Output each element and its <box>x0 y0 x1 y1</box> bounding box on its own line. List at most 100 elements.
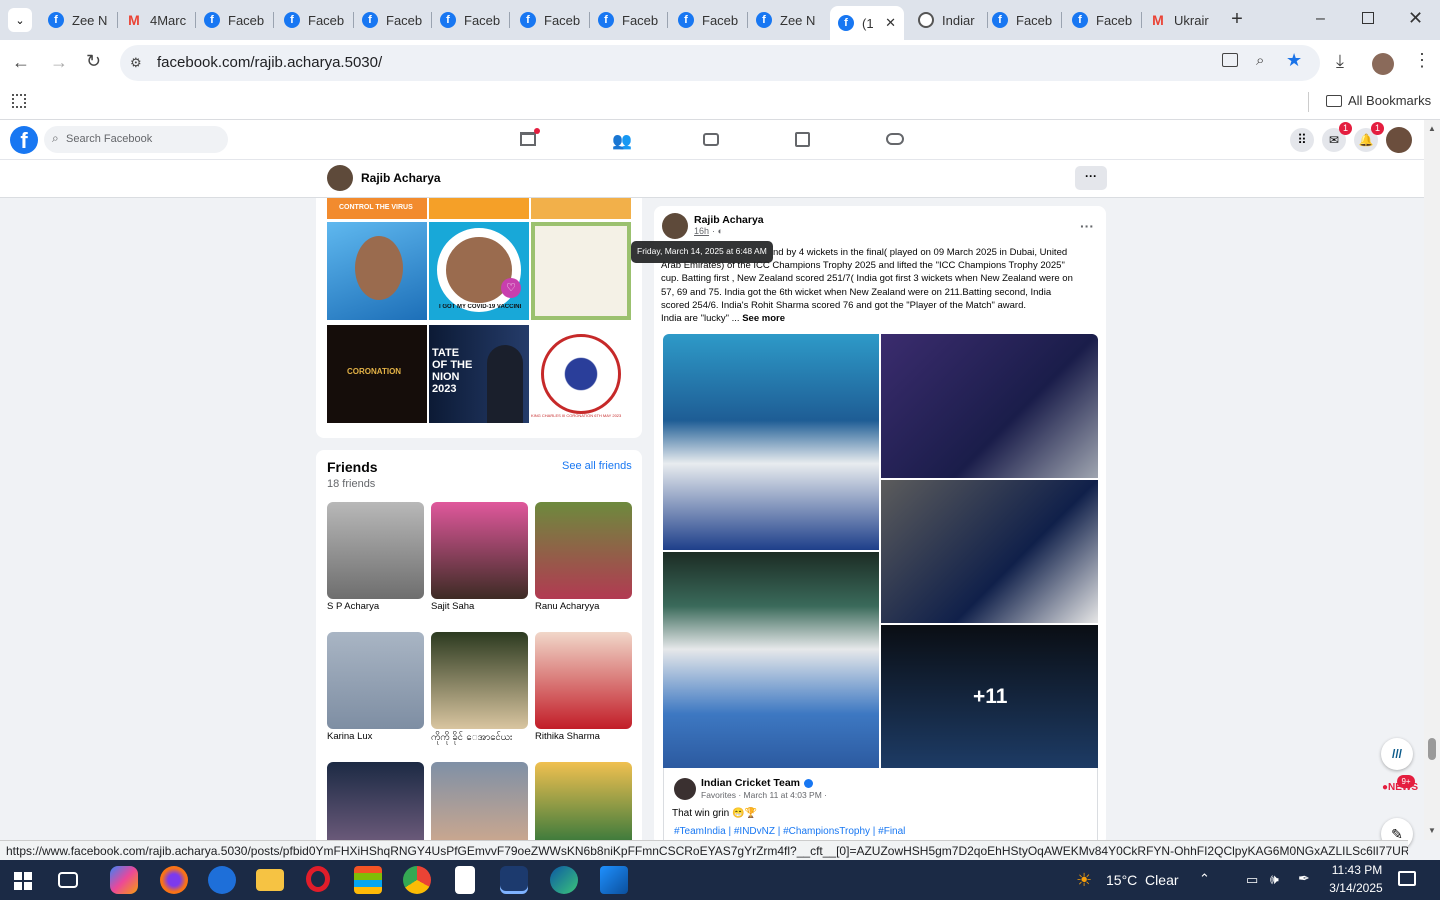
scrollbar-up-arrow[interactable]: ▲ <box>1428 124 1436 133</box>
friend-name[interactable]: S P Acharya <box>327 601 379 612</box>
friend-photo[interactable] <box>327 762 424 842</box>
photo-thumbnail[interactable] <box>531 198 631 219</box>
scrollbar-down-arrow[interactable]: ▼ <box>1428 826 1436 835</box>
photo-thumbnail[interactable] <box>327 222 427 320</box>
friend-name[interactable]: Rithika Sharma <box>535 731 600 742</box>
photo-thumbnail[interactable]: KING CHARLES III CORONATION 6TH MAY 2023 <box>531 325 631 423</box>
friend-photo[interactable] <box>535 502 632 599</box>
photo-thumbnail[interactable]: CORONATION <box>327 325 427 423</box>
post-photo[interactable] <box>881 480 1098 623</box>
friends-nav-icon[interactable]: 👥 <box>612 131 632 151</box>
browser-tab[interactable]: f Faceb <box>670 6 742 34</box>
notepad-icon[interactable] <box>455 866 475 894</box>
post-photo[interactable] <box>881 334 1098 478</box>
see-more-link[interactable]: See more <box>742 313 785 324</box>
friend-photo[interactable] <box>431 762 528 842</box>
shared-page-name[interactable]: Indian Cricket Team <box>701 777 814 789</box>
photo-thumbnail[interactable]: TATE OF THE NION 2023 <box>429 325 529 423</box>
apps-grid-icon[interactable] <box>12 94 26 108</box>
shared-post[interactable]: Indian Cricket Team Favorites · March 11… <box>663 768 1098 848</box>
scrollbar-thumb[interactable] <box>1428 738 1436 760</box>
browser-tab[interactable]: Indiar <box>910 6 982 34</box>
edge-icon[interactable] <box>550 866 578 894</box>
search-facebook-input[interactable]: ⌕ Search Facebook <box>44 126 228 153</box>
tab-search-button[interactable]: ⌄ <box>8 8 32 32</box>
browser-tab[interactable]: f Zee N <box>40 6 112 34</box>
task-view-icon[interactable] <box>58 872 78 888</box>
friend-photo[interactable] <box>431 502 528 599</box>
profile-avatar-small[interactable] <box>327 165 353 191</box>
friend-name[interactable]: Sajit Saha <box>431 601 474 612</box>
browser-tab[interactable]: f Faceb <box>512 6 584 34</box>
opera-icon[interactable] <box>306 866 330 892</box>
browser-tab[interactable]: f Faceb <box>984 6 1056 34</box>
friend-photo[interactable] <box>327 632 424 729</box>
back-button[interactable]: ← <box>12 52 30 73</box>
menu-kebab-icon[interactable]: ⋮ <box>1413 50 1431 71</box>
browser-tab[interactable]: f Faceb <box>276 6 348 34</box>
marketplace-nav-icon[interactable] <box>795 132 810 147</box>
zoom-icon[interactable]: ⌕ <box>1256 52 1264 69</box>
page-scrollbar[interactable]: ▲ ▼ <box>1424 120 1440 840</box>
downloads-icon[interactable]: ⤓ <box>1336 51 1344 72</box>
close-window-button[interactable]: ✕ <box>1408 8 1423 29</box>
start-button[interactable] <box>14 872 32 890</box>
browser-tab[interactable]: f Faceb <box>196 6 268 34</box>
hashtags[interactable]: #TeamIndia | #INDvNZ | #ChampionsTrophy … <box>674 826 905 837</box>
post-photo[interactable] <box>663 552 879 768</box>
post-author-avatar[interactable] <box>662 213 688 239</box>
photo-thumbnail[interactable] <box>429 198 529 219</box>
tray-chevron-icon[interactable]: ⌃ <box>1199 871 1210 887</box>
browser-tab[interactable]: M 4Marc <box>118 6 190 34</box>
photo-thumbnail[interactable]: CONTROL THE VIRUS <box>327 198 427 219</box>
browser-tab[interactable]: M Ukrair <box>1142 6 1214 34</box>
gaming-nav-icon[interactable] <box>886 133 904 145</box>
post-photo[interactable]: +11 <box>881 625 1098 768</box>
facebook-logo[interactable]: f <box>10 126 38 154</box>
friend-name[interactable]: Karina Lux <box>327 731 372 742</box>
friend-photo[interactable] <box>431 632 528 729</box>
reload-button[interactable]: ↻ <box>86 51 101 72</box>
friend-photo[interactable] <box>535 762 632 842</box>
browser-tab[interactable]: f Zee N <box>748 6 820 34</box>
browser-tab[interactable]: f Faceb <box>432 6 504 34</box>
home-nav-icon[interactable] <box>520 132 536 146</box>
notification-center-icon[interactable] <box>1398 871 1416 886</box>
clock-time[interactable]: 11:43 PM <box>1329 863 1385 877</box>
shared-page-name-text[interactable]: Indian Cricket Team <box>701 777 800 789</box>
address-bar[interactable]: ⚙ facebook.com/rajib.acharya.5030/ ⌕ ★ <box>120 45 1320 81</box>
post-photo[interactable] <box>663 334 879 550</box>
profile-avatar[interactable] <box>1372 53 1394 75</box>
browser-tab[interactable]: f (1 ✕ <box>830 6 904 40</box>
new-tab-button[interactable]: + <box>1226 8 1248 30</box>
profile-name[interactable]: Rajib Acharya <box>361 171 441 185</box>
friend-name[interactable]: Ranu Acharyya <box>535 601 599 612</box>
weather-icon[interactable]: ☀ <box>1076 870 1092 891</box>
app-icon-active[interactable] <box>500 866 528 894</box>
clock-date[interactable]: 3/14/2025 <box>1326 881 1386 895</box>
copilot-icon[interactable] <box>110 866 138 894</box>
file-explorer-icon[interactable] <box>256 869 284 891</box>
more-options-button[interactable]: ··· <box>1075 166 1107 190</box>
firefox-icon[interactable] <box>160 866 188 894</box>
forward-button[interactable]: → <box>50 52 68 73</box>
post-time[interactable]: 16h · ◐ <box>694 226 723 236</box>
install-icon[interactable] <box>1222 53 1238 67</box>
network-icon[interactable]: ▭ <box>1246 872 1258 888</box>
shared-page-avatar[interactable] <box>674 778 696 800</box>
post-time-text[interactable]: 16h <box>694 226 709 236</box>
friend-photo[interactable] <box>327 502 424 599</box>
icc-extension-icon[interactable]: /// <box>1381 738 1413 770</box>
video-nav-icon[interactable] <box>703 133 719 146</box>
post-options-icon[interactable]: ··· <box>1080 218 1094 234</box>
all-bookmarks-button[interactable]: All Bookmarks <box>1326 93 1431 108</box>
browser-tab[interactable]: f Faceb <box>1064 6 1136 34</box>
browser-tab[interactable]: f Faceb <box>590 6 662 34</box>
photos-icon[interactable] <box>600 866 628 894</box>
account-avatar[interactable] <box>1386 127 1412 153</box>
friend-photo[interactable] <box>535 632 632 729</box>
volume-icon[interactable]: 🕪 <box>1270 871 1279 888</box>
photo-thumbnail[interactable] <box>531 222 631 320</box>
pen-icon[interactable]: ✒ <box>1298 870 1310 887</box>
chrome-icon[interactable] <box>403 866 431 894</box>
